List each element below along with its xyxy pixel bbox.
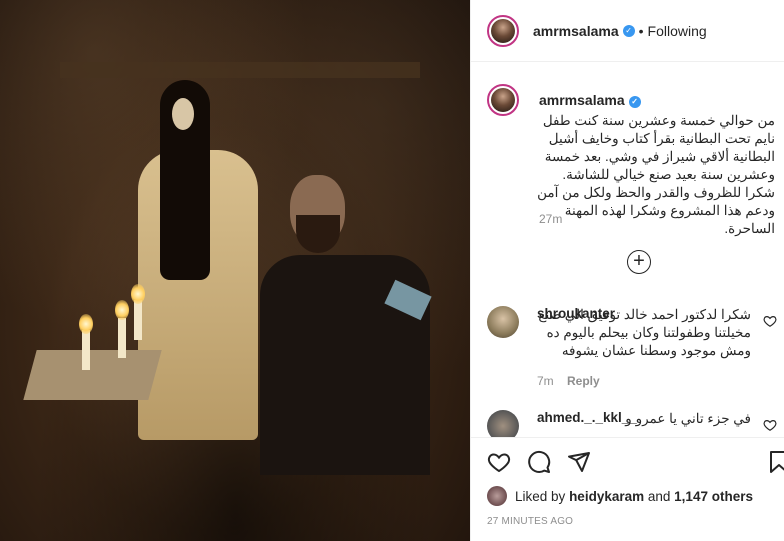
likes-count[interactable]: 1,147 others — [674, 489, 753, 504]
comment-time[interactable]: 7m — [537, 374, 554, 388]
liked-by-prefix: Liked by — [515, 488, 566, 504]
post-actions: Liked by heidykaram and 1,147 others 27 … — [471, 437, 784, 541]
bookmark-icon[interactable] — [767, 450, 784, 474]
likes-and: and — [647, 488, 671, 504]
comment-text: شكرا لدكتور احمد خالد توفيق الي صنع مخيل… — [538, 307, 751, 358]
author-avatar[interactable] — [487, 14, 519, 47]
post-timestamp[interactable]: 27 MINUTES AGO — [487, 516, 573, 527]
caption-text: من حوالي خمسة وعشرين سنة كنت طفل نايم تح… — [537, 113, 775, 236]
like-icon[interactable] — [487, 450, 511, 474]
photo-flame — [115, 300, 129, 320]
following-button[interactable]: Following — [648, 23, 707, 39]
comment-text: في جزء تاني يا عمرو و — [625, 411, 751, 426]
verified-icon: ✓ — [628, 96, 641, 108]
photo-flame — [79, 314, 93, 334]
photo-man-figure — [260, 175, 432, 475]
post-photo[interactable] — [0, 0, 470, 541]
photo-candle — [118, 318, 126, 358]
author-username[interactable]: amrmsalama — [533, 23, 619, 39]
comment-icon[interactable] — [527, 450, 551, 474]
photo-candle-table — [23, 350, 162, 400]
photo-flame — [131, 284, 145, 304]
comment-meta: 7m Reply — [537, 374, 600, 388]
commenter-avatar[interactable] — [487, 306, 519, 338]
photo-candle — [82, 330, 90, 370]
caption-username[interactable]: amrmsalama ✓ — [539, 92, 641, 108]
caption-avatar[interactable] — [487, 84, 519, 116]
caption-time[interactable]: 27m — [539, 212, 562, 226]
liker-avatar[interactable] — [487, 486, 507, 506]
heart-icon[interactable] — [763, 314, 777, 328]
post-header: amrmsalama ✓ • Following — [471, 0, 784, 62]
separator-dot: • — [638, 22, 644, 39]
likes-summary: Liked by heidykaram and 1,147 others — [487, 486, 753, 506]
liker-username[interactable]: heidykaram — [569, 489, 644, 504]
load-more-comments-button[interactable]: + — [627, 250, 651, 274]
photo-candle — [134, 300, 142, 340]
heart-icon[interactable] — [763, 418, 777, 432]
verified-icon: ✓ — [622, 24, 635, 37]
post-side-panel: amrmsalama ✓ • Following amrmsalama ✓ من … — [470, 0, 784, 541]
share-icon[interactable] — [567, 450, 591, 474]
photo-ceiling-beam — [60, 62, 420, 78]
reply-button[interactable]: Reply — [567, 374, 600, 388]
